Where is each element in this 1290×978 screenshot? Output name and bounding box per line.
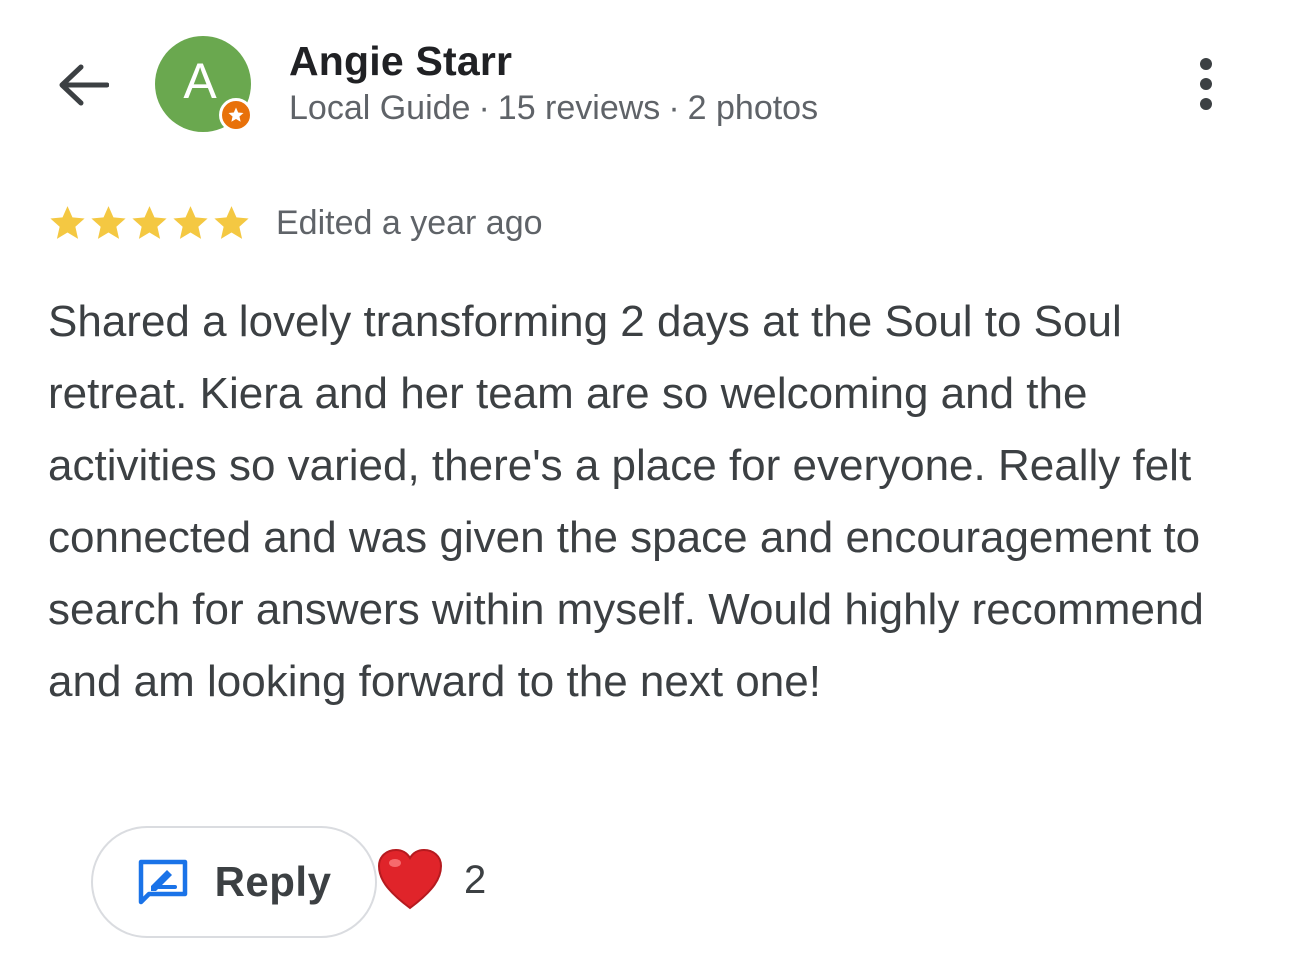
star-icon [214, 206, 249, 239]
local-guide-badge-icon [219, 98, 253, 132]
meta-separator: · [668, 89, 680, 127]
reviewer-role: Local Guide [289, 89, 471, 127]
avatar[interactable]: A [155, 36, 253, 132]
more-vertical-icon [1200, 58, 1212, 110]
heart-icon [377, 848, 443, 910]
star-rating [47, 203, 252, 244]
arrow-left-icon [59, 64, 109, 106]
review-text: Shared a lovely transforming 2 days at t… [48, 297, 1204, 706]
reviewer-review-count: 15 reviews [497, 89, 661, 127]
back-button[interactable] [44, 50, 122, 120]
rating-row: Edited a year ago [47, 203, 543, 244]
avatar-initial: A [183, 53, 217, 109]
reviewer-meta: Local Guide · 15 reviews · 2 photos [289, 89, 818, 128]
heart-reaction-button[interactable]: 2 [376, 848, 486, 912]
reply-label: Reply [214, 858, 332, 905]
reviewer-photo-count: 2 photos [687, 89, 819, 127]
star-icon [91, 206, 126, 239]
reaction-count: 2 [464, 857, 487, 902]
star-icon [173, 206, 208, 239]
reply-button[interactable]: Reply [91, 826, 377, 938]
edited-timestamp: Edited a year ago [276, 204, 543, 242]
reviewer-name[interactable]: Angie Starr [289, 38, 512, 85]
reply-edit-icon [138, 859, 187, 905]
meta-separator: · [478, 89, 490, 127]
more-options-button[interactable] [1182, 52, 1230, 116]
star-icon [132, 206, 167, 239]
star-icon [50, 206, 85, 239]
